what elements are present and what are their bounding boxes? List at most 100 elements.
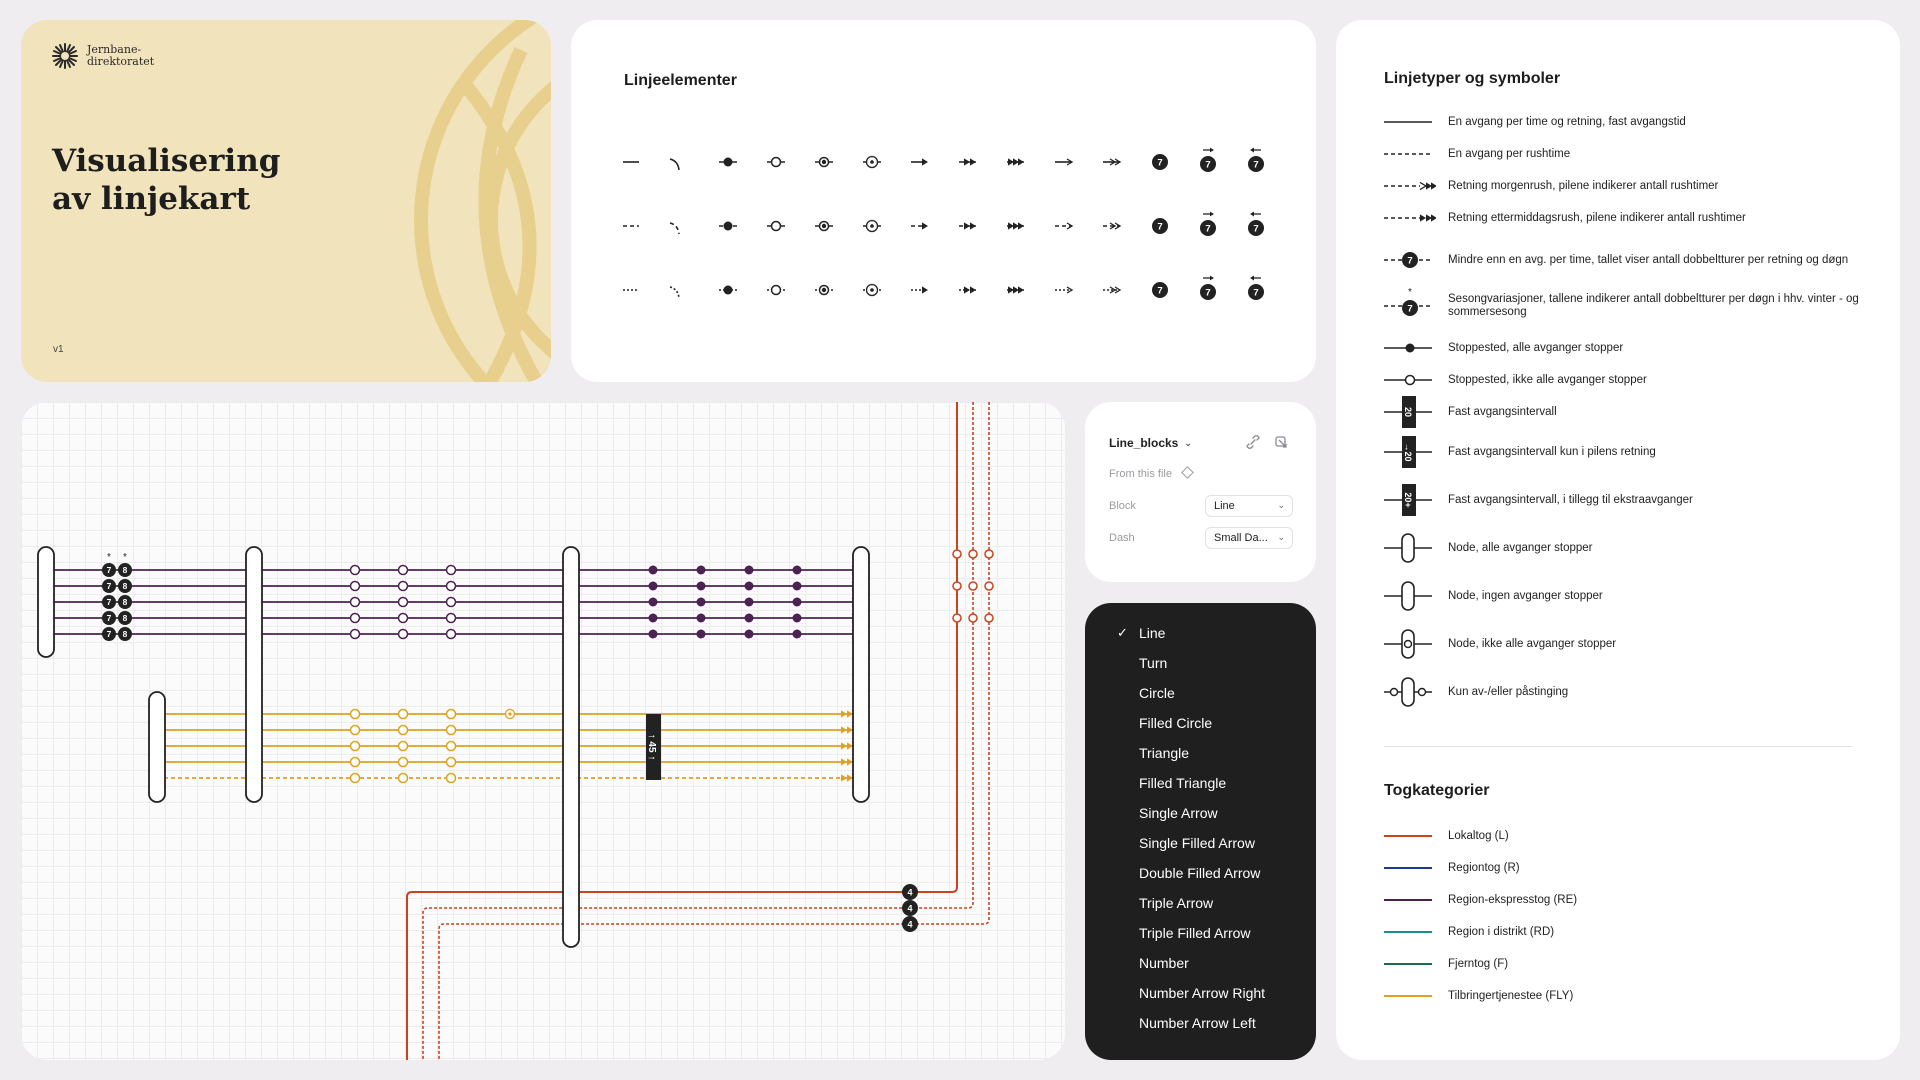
logo-line-2: direktoratet [87,55,155,68]
turn-curve [669,286,680,299]
red-stop [952,549,962,559]
evening-rush-arrows-icon [1384,214,1436,222]
yellow-arrow-1 [841,726,847,734]
node-pill [1401,533,1415,563]
source-label: From this file [1109,466,1194,480]
number-label: 7 [1253,223,1258,234]
yellow-arrow-1 [841,774,847,782]
line-map-drawing[interactable]: 4 4 4 7 8 7 8 7 8 7 8 7 8 * * ↑ 45 ↑ [21,402,1065,1060]
logo-star-icon [52,43,78,69]
menu-item-triangle[interactable]: Triangle [1139,745,1189,761]
line-element-symbol [669,286,680,299]
line-element-symbol: 7 [1200,147,1216,172]
purple-open-stop [445,628,457,640]
detach-instance-icon[interactable] [1245,434,1261,450]
fixed-interval-extra-icon: 20+ [1384,484,1432,516]
node-pill [1401,581,1415,611]
menu-item-single-filled-arrow[interactable]: Single Filled Arrow [1139,835,1255,851]
arrow-left-head [1250,211,1254,217]
line-element-symbol [1103,158,1122,166]
open-circle [770,220,782,232]
node-left-yellow[interactable] [148,691,166,803]
menu-item-single-arrow[interactable]: Single Arrow [1139,805,1218,821]
title-card: Jernbane- direktoratet Visualisering av … [21,20,551,382]
seasonal-number-icon: 7* [1384,287,1432,316]
go-to-main-component-icon[interactable] [1273,434,1289,450]
purple-filled-stop [744,597,754,607]
menu-item-triple-filled-arrow[interactable]: Triple Filled Arrow [1139,925,1251,941]
purple-open-stop [349,596,361,608]
legend-row: Node, ikke alle avganger stopper [1384,624,1884,664]
chevron-down-icon: ⌄ [1184,437,1192,448]
line-element-symbol: 7 [1248,211,1264,236]
purple-filled-stop [696,629,706,639]
component-name[interactable]: Line_blocks ⌄ [1109,436,1192,450]
menu-item-turn[interactable]: Turn [1139,655,1167,671]
menu-item-number[interactable]: Number [1139,955,1189,971]
number-label: 7 [107,613,112,623]
component-name-label: Line_blocks [1109,436,1179,450]
node-pill [1401,677,1415,707]
legend-text: Mindre enn en avg. per time, tallet vise… [1448,253,1849,266]
category-text: Region-ekspresstog (RE) [1448,893,1578,906]
component-properties-panel: Line_blocks ⌄ From this file Block Line … [1085,402,1316,582]
menu-item-line[interactable]: Line [1139,625,1165,641]
menu-item-circle[interactable]: Circle [1139,685,1175,701]
number-label: 7 [1205,223,1210,234]
node-center-tall[interactable] [562,546,580,948]
node-left-purple[interactable] [37,546,55,658]
yellow-open-stop [445,708,457,720]
menu-item-triple-arrow[interactable]: Triple Arrow [1139,895,1213,911]
filled-circle [723,157,733,167]
red-stop [984,581,994,591]
line-element-symbol [1007,222,1024,230]
line-elements-grid: 7 7 7 7 7 7 7 7 7 [623,147,1264,300]
seasonal-star: * [107,552,111,563]
number-label: 7 [1157,285,1162,296]
number-label: 7 [1205,287,1210,298]
block-type-menu[interactable]: ✓ Line Turn Circle Filled Circle Triangle Fill… [1085,603,1316,1060]
single-filled-arrow [922,222,928,230]
purple-filled-stop [792,613,802,623]
legend-text: Fast avgangsintervall [1448,405,1557,418]
line-element-symbol: 7 [1152,218,1168,234]
target-dot [870,288,874,292]
target-dot [870,224,874,228]
legend-text: Retning morgenrush, pilene indikerer ant… [1448,179,1719,192]
purple-open-stop [445,596,457,608]
menu-item-filled-triangle[interactable]: Filled Triangle [1139,775,1226,791]
number-label: 7 [1253,287,1258,298]
legend-row: 20 Fast avgangsintervall [1384,392,1884,432]
purple-filled-stop [744,629,754,639]
line-map-canvas[interactable]: 4 4 4 7 8 7 8 7 8 7 8 7 8 * * ↑ 45 ↑ [21,402,1065,1060]
legend-text: Node, ikke alle avganger stopper [1448,637,1617,650]
purple-filled-stop [648,565,658,575]
line-elements-card: Linjeelementer 777777777 [571,20,1316,382]
block-select[interactable]: Line ⌄ [1205,495,1293,517]
block-select-value: Line [1214,500,1235,512]
page-title: Visualisering av linjekart [52,142,312,218]
chevron-down-icon: ⌄ [1277,532,1285,542]
triple-arrow-3 [1018,158,1024,166]
chevron-down-icon: ⌄ [1277,500,1285,510]
line-element-symbol [863,219,881,233]
line-element-symbol [1055,286,1074,294]
node-right[interactable] [852,546,870,803]
menu-item-double-filled-arrow[interactable]: Double Filled Arrow [1139,865,1260,881]
yellow-open-stop [349,740,361,752]
menu-item-filled-circle[interactable]: Filled Circle [1139,715,1212,731]
number-label: 7 [1205,159,1210,170]
arrow-right-head [1210,147,1214,153]
open-stop [1404,374,1416,386]
turn-curve [669,222,680,235]
open-circle [770,156,782,168]
number-label: 7 [1157,157,1162,168]
number-label: 8 [123,581,128,591]
menu-item-number-arrow-right[interactable]: Number Arrow Right [1139,985,1265,1001]
legend-text: Kun av-/eller påstinging [1448,685,1569,698]
ring-dot [821,223,827,229]
dash-select[interactable]: Small Da... ⌄ [1205,527,1293,549]
menu-item-number-arrow-left[interactable]: Number Arrow Left [1139,1015,1256,1031]
node-stack-left[interactable] [245,546,263,803]
seasonal-star: * [1408,287,1412,298]
